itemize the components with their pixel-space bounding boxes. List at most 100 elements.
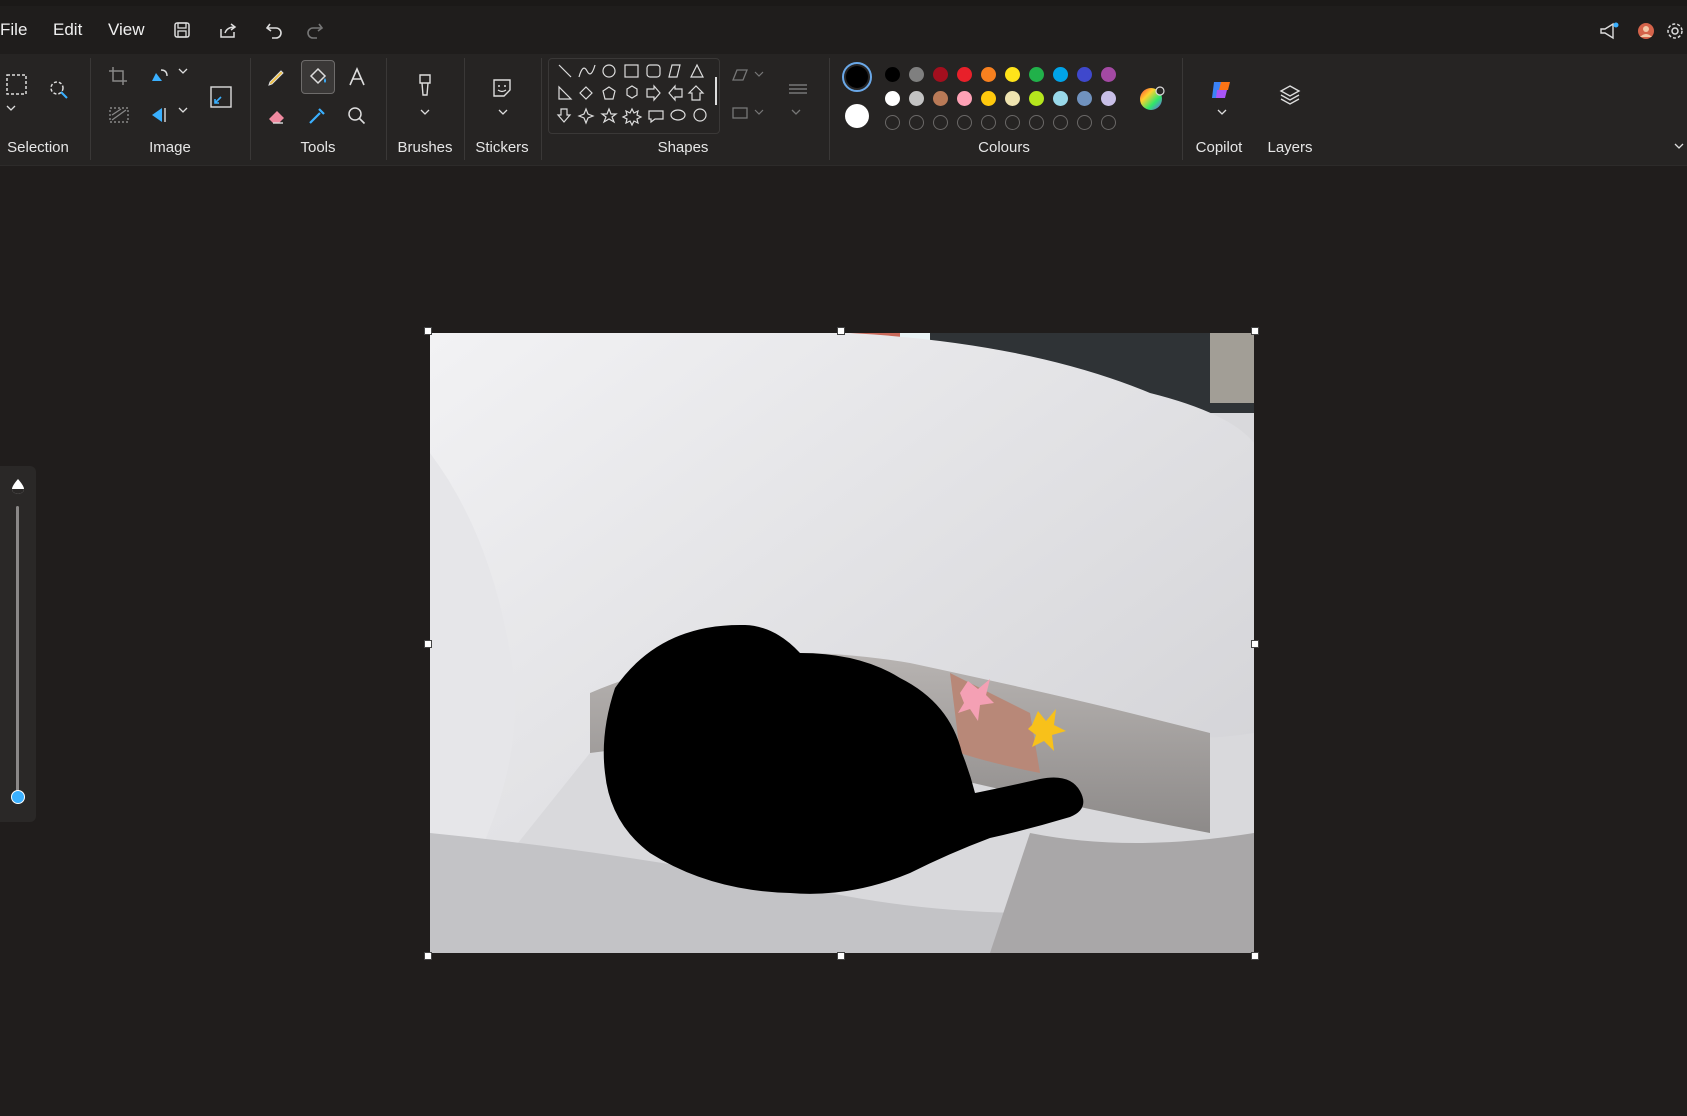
chevron-down-icon[interactable]	[785, 104, 805, 118]
custom-colour-slot[interactable]	[1005, 115, 1020, 130]
colour-swatch[interactable]	[981, 67, 996, 82]
ribbon-toolbar: Selection Image Tools Brushes Stickers S…	[0, 54, 1687, 166]
chevron-down-icon[interactable]	[172, 63, 190, 95]
colour-swatch[interactable]	[1101, 91, 1116, 106]
colour-swatch[interactable]	[909, 67, 924, 82]
fill-bucket-icon[interactable]	[301, 60, 335, 94]
resize-icon[interactable]	[204, 80, 236, 112]
separator	[829, 58, 830, 160]
resize-handle-bottom[interactable]	[837, 952, 845, 960]
custom-colour-slot[interactable]	[1029, 115, 1044, 130]
brush-size-slider-panel	[0, 466, 36, 822]
colour-swatch[interactable]	[1005, 91, 1020, 106]
colour-swatch[interactable]	[981, 91, 996, 106]
colour-swatch[interactable]	[1005, 67, 1020, 82]
remove-background-icon[interactable]	[103, 100, 135, 132]
colour-swatch[interactable]	[933, 91, 948, 106]
layers-icon[interactable]	[1273, 78, 1305, 110]
colour-swatch[interactable]	[1053, 91, 1068, 106]
group-label-tools: Tools	[300, 139, 336, 156]
colour-swatch[interactable]	[1077, 91, 1092, 106]
edit-colours-icon[interactable]	[1133, 80, 1165, 112]
colour-swatch[interactable]	[885, 67, 900, 82]
colour-swatch[interactable]	[1029, 67, 1044, 82]
rectangle-select-icon[interactable]	[0, 68, 32, 100]
group-label-shapes: Shapes	[657, 139, 709, 156]
group-label-selection: Selection	[7, 139, 69, 156]
share-icon[interactable]	[217, 20, 243, 46]
group-label-image: Image	[149, 139, 191, 156]
opacity-drop-icon	[11, 478, 25, 494]
resize-handle-top-right[interactable]	[1251, 327, 1259, 335]
primary-colour-fill	[846, 66, 868, 88]
group-label-stickers: Stickers	[475, 139, 529, 156]
custom-colour-slot[interactable]	[1053, 115, 1068, 130]
separator	[250, 58, 251, 160]
save-icon[interactable]	[172, 20, 198, 46]
colour-swatch[interactable]	[885, 91, 900, 106]
group-label-colours: Colours	[978, 139, 1030, 156]
resize-handle-bottom-left[interactable]	[424, 952, 432, 960]
colour-swatch[interactable]	[957, 91, 972, 106]
megaphone-icon[interactable]	[1598, 20, 1624, 46]
group-label-brushes: Brushes	[397, 139, 453, 156]
chevron-down-icon[interactable]	[492, 104, 512, 118]
pencil-icon[interactable]	[261, 61, 293, 93]
free-select-icon[interactable]	[43, 74, 75, 106]
copilot-icon[interactable]	[1204, 72, 1236, 104]
colour-picker-icon[interactable]	[301, 100, 333, 132]
chevron-down-icon[interactable]	[172, 102, 190, 134]
drawing-canvas[interactable]	[430, 333, 1254, 953]
account-avatar-icon[interactable]	[1635, 20, 1661, 46]
menu-view[interactable]: View	[108, 20, 145, 40]
resize-handle-left[interactable]	[424, 640, 432, 648]
menu-file[interactable]: File	[0, 20, 27, 40]
canvas-image	[430, 333, 1254, 953]
secondary-colour[interactable]	[845, 104, 869, 128]
shapes-gallery[interactable]	[548, 58, 720, 134]
custom-colour-slot[interactable]	[957, 115, 972, 130]
settings-gear-icon[interactable]	[1664, 20, 1687, 46]
undo-icon[interactable]	[263, 20, 289, 46]
colour-swatch[interactable]	[1101, 67, 1116, 82]
custom-colour-slot[interactable]	[933, 115, 948, 130]
sticker-icon[interactable]	[486, 72, 518, 104]
separator	[90, 58, 91, 160]
separator	[541, 58, 542, 160]
crop-icon[interactable]	[103, 61, 135, 93]
group-label-layers: Layers	[1267, 139, 1313, 156]
custom-colour-slot[interactable]	[1077, 115, 1092, 130]
redo-icon[interactable]	[304, 20, 330, 46]
menu-edit[interactable]: Edit	[53, 20, 82, 40]
colour-swatch[interactable]	[1053, 67, 1068, 82]
group-label-copilot: Copilot	[1195, 139, 1243, 156]
text-icon[interactable]	[341, 61, 373, 93]
custom-colour-slot[interactable]	[981, 115, 996, 130]
custom-colour-slot[interactable]	[885, 115, 900, 130]
colour-swatch[interactable]	[933, 67, 948, 82]
slider-thumb[interactable]	[11, 790, 25, 804]
shape-outline-icon[interactable]	[725, 60, 765, 92]
colour-swatch[interactable]	[1077, 67, 1092, 82]
colour-swatch[interactable]	[1029, 91, 1044, 106]
chevron-down-icon[interactable]	[1211, 104, 1231, 118]
resize-handle-top[interactable]	[837, 327, 845, 335]
chevron-down-icon[interactable]	[414, 104, 434, 118]
custom-colour-slot[interactable]	[909, 115, 924, 130]
eraser-icon[interactable]	[261, 100, 293, 132]
resize-handle-right[interactable]	[1251, 640, 1259, 648]
primary-colour[interactable]	[842, 62, 872, 92]
menu-bar: File Edit View	[0, 6, 1687, 54]
brush-icon[interactable]	[409, 68, 441, 100]
gallery-scrollbar[interactable]	[715, 77, 717, 105]
slider-track[interactable]	[16, 506, 19, 796]
chevron-down-icon[interactable]	[0, 100, 32, 116]
resize-handle-bottom-right[interactable]	[1251, 952, 1259, 960]
shape-fill-icon[interactable]	[725, 98, 765, 130]
colour-swatch[interactable]	[909, 91, 924, 106]
collapse-ribbon-chevron-icon[interactable]	[1668, 138, 1686, 154]
resize-handle-top-left[interactable]	[424, 327, 432, 335]
magnifier-icon[interactable]	[341, 100, 373, 132]
custom-colour-slot[interactable]	[1101, 115, 1116, 130]
colour-swatch[interactable]	[957, 67, 972, 82]
